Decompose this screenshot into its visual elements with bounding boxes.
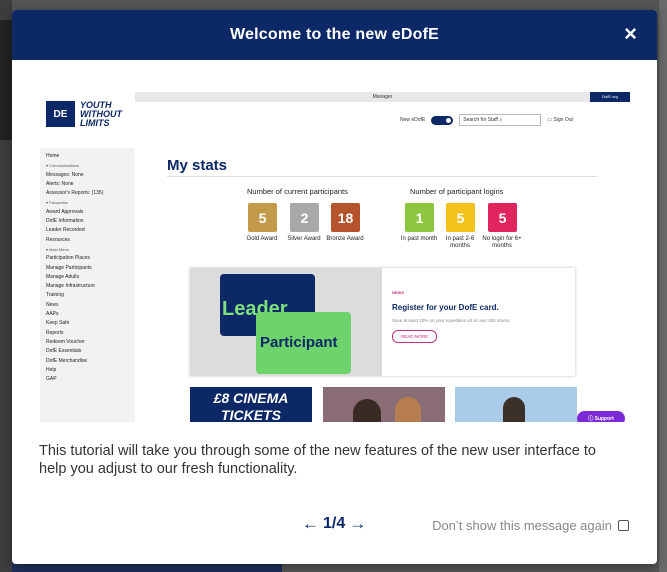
prev-arrow-icon[interactable]: ← <box>302 515 319 533</box>
friends-photo-tile <box>323 387 445 422</box>
new-edofe-toggle <box>431 115 454 125</box>
cinema-tickets-tile: £8 CINEMA TICKETS <box>190 387 312 422</box>
next-arrow-icon[interactable]: → <box>349 515 366 533</box>
current-participants-label: Number of current participants <box>247 187 348 196</box>
news-title: Register for your DofE card. <box>392 303 499 312</box>
preview-header-controls: New eDofE Search for Staff ⌕ ▭ Sign Out <box>400 113 630 127</box>
background-page-right <box>659 0 667 572</box>
read-more-button: READ MORE <box>392 330 438 343</box>
preview-dofe-link: DofE.org <box>590 92 630 102</box>
dont-show-checkbox[interactable] <box>618 520 629 531</box>
dont-show-label: Don’t show this message again <box>432 518 612 533</box>
silver-award-label: Silver Award <box>287 236 321 242</box>
login-2-6-months-tile: 5 <box>446 203 475 232</box>
news-description: Save at least 10% on your expedition kit… <box>392 318 511 323</box>
support-button: ⓘ Support <box>577 411 625 422</box>
modal-title: Welcome to the new eDofE <box>230 26 439 43</box>
login-6-plus-months-label: No login for 6+ months <box>482 236 522 249</box>
login-6-plus-months-tile: 5 <box>488 203 517 232</box>
news-tag: NEWS <box>392 290 404 295</box>
dofe-card-news-card: Leader Participant NEWS Register for you… <box>190 268 575 376</box>
new-edofe-label: New eDofE <box>400 117 426 123</box>
tutorial-description: This tutorial will take you through some… <box>39 443 596 477</box>
participant-logins-label: Number of participant logins <box>410 187 504 196</box>
welcome-modal: Welcome to the new eDofE × Manager DofE.… <box>12 10 657 564</box>
sign-out-link: ▭ Sign Out <box>547 117 573 123</box>
silver-award-tile: 2 <box>290 203 319 232</box>
preview-sidebar: Home ▾ Communications Messages: None Ale… <box>40 148 135 422</box>
my-stats-title: My stats <box>167 157 228 174</box>
close-icon[interactable]: × <box>624 23 637 45</box>
gold-award-label: Gold Award <box>246 236 278 242</box>
page-indicator: 1/4 <box>323 515 346 532</box>
logo-text: YOUTH WITHOUT LIMITS <box>80 100 122 128</box>
tutorial-screenshot: Manager DofE.org DE YOUTH WITHOUT LIMITS… <box>40 92 634 422</box>
bronze-award-tile: 18 <box>331 203 360 232</box>
gold-award-tile: 5 <box>248 203 277 232</box>
tutorial-pager: ← 1/4 → <box>302 515 366 533</box>
dofe-card-image: Leader Participant <box>190 268 382 376</box>
background-page-left <box>0 0 12 572</box>
participant-card: Participant <box>256 312 351 374</box>
modal-header: Welcome to the new eDofE × <box>12 10 657 60</box>
search-icon: ⌕ <box>499 117 503 123</box>
bronze-award-label: Bronze Award <box>326 236 364 242</box>
search-staff-field: Search for Staff ⌕ <box>459 114 542 126</box>
dofe-logo: DE <box>46 101 75 127</box>
login-2-6-months-label: In past 2-6 months <box>445 236 475 249</box>
jump-photo-tile <box>455 387 577 422</box>
dont-show-again[interactable]: Don’t show this message again <box>432 518 629 533</box>
login-past-month-label: In past month <box>400 236 438 242</box>
login-past-month-tile: 1 <box>405 203 434 232</box>
stats-divider <box>167 176 597 177</box>
preview-topbar: Manager DofE.org <box>135 92 630 102</box>
